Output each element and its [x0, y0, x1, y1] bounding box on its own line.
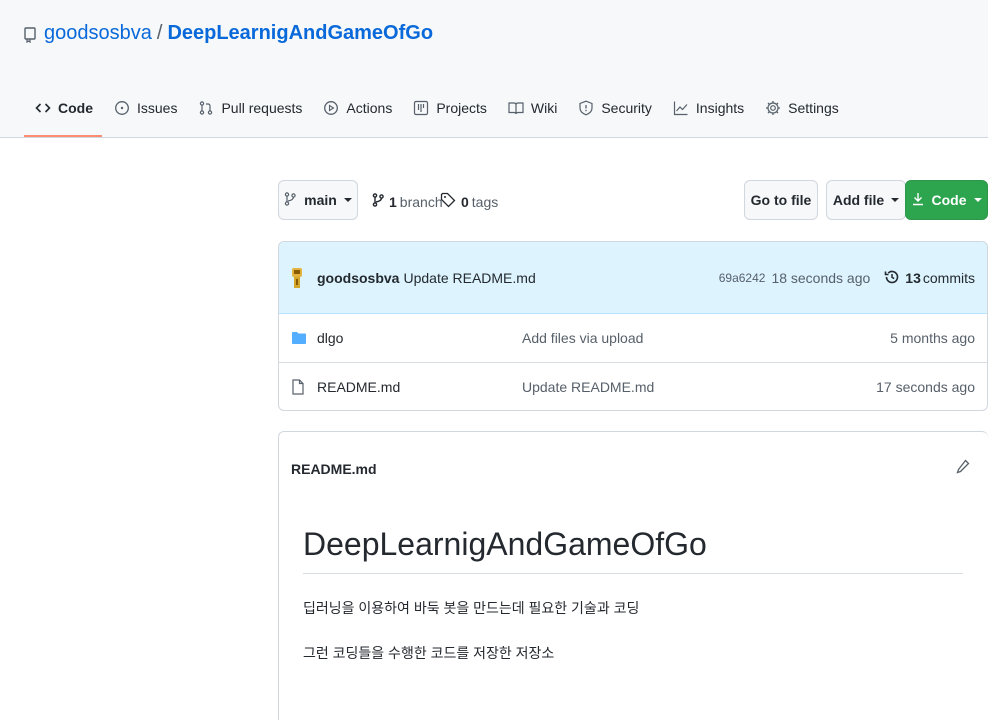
- tags-link[interactable]: 0 tags: [440, 192, 498, 211]
- history-icon: [884, 269, 900, 288]
- chevron-down-icon: [343, 198, 352, 202]
- commit-author[interactable]: goodsosbva: [317, 270, 399, 286]
- commit-history-link[interactable]: 13 commits: [884, 269, 975, 288]
- latest-commit-banner: goodsosbva Update README.md 69a6242 18 s…: [279, 242, 987, 314]
- chevron-down-icon: [891, 198, 900, 202]
- file-name[interactable]: README.md: [317, 379, 400, 395]
- avatar[interactable]: [291, 267, 303, 289]
- code-button[interactable]: Code: [905, 180, 988, 220]
- tab-label: Code: [58, 100, 93, 116]
- file-icon: [291, 378, 307, 395]
- readme-paragraph: 딥러닝을 이용하여 바둑 봇을 만드는데 필요한 기술과 코딩: [303, 600, 640, 616]
- tab-actions[interactable]: Actions: [314, 94, 401, 122]
- commit-meta: 69a6242 18 seconds ago 13 commits: [719, 242, 975, 314]
- tab-label: Wiki: [530, 100, 558, 116]
- add-file-button[interactable]: Add file: [826, 180, 906, 220]
- tab-label: Projects: [436, 100, 487, 116]
- readme-paragraph: 그런 코딩들을 수행한 코드를 저장한 저장소: [303, 645, 555, 661]
- file-age: 5 months ago: [890, 330, 975, 346]
- commit-count: 13: [905, 270, 921, 286]
- file-commit-message[interactable]: Update README.md: [522, 379, 654, 395]
- tab-projects[interactable]: Projects: [404, 94, 496, 122]
- repo-owner-link[interactable]: goodsosbva: [44, 22, 152, 45]
- tab-label: Pull requests: [221, 100, 303, 116]
- tab-label: Issues: [137, 100, 178, 116]
- repo-header: goodsosbva / DeepLearnigAndGameOfGo Code…: [0, 0, 988, 138]
- tag-count: 0: [461, 193, 469, 210]
- tab-security[interactable]: Security: [569, 94, 661, 122]
- repo-title: goodsosbva / DeepLearnigAndGameOfGo: [24, 22, 433, 45]
- tab-label: Insights: [695, 100, 745, 116]
- tab-code[interactable]: Code: [24, 94, 102, 137]
- commit-sha[interactable]: 69a6242: [719, 271, 766, 285]
- play-icon: [323, 100, 339, 116]
- file-age: 17 seconds ago: [876, 378, 975, 395]
- branch-icon: [284, 191, 296, 210]
- repo-separator: /: [156, 22, 163, 44]
- gear-icon: [765, 100, 781, 116]
- branch-name: main: [304, 192, 337, 208]
- tag-word: tags: [471, 193, 499, 210]
- file-name[interactable]: dlgo: [317, 330, 343, 346]
- issue-icon: [114, 100, 130, 116]
- repo-name-link[interactable]: DeepLearnigAndGameOfGo: [167, 22, 433, 45]
- readme-header: README.md: [279, 432, 988, 506]
- tab-insights[interactable]: Insights: [664, 94, 753, 122]
- file-commit-message[interactable]: Add files via upload: [522, 330, 643, 346]
- chevron-down-icon: [973, 198, 982, 202]
- readme-heading: DeepLearnigAndGameOfGo: [303, 526, 963, 574]
- go-to-file-button[interactable]: Go to file: [744, 180, 818, 220]
- tag-icon: [440, 192, 456, 211]
- tab-wiki[interactable]: Wiki: [499, 94, 566, 122]
- pencil-icon[interactable]: [956, 459, 970, 475]
- readme-filename[interactable]: README.md: [291, 461, 377, 477]
- tab-label: Actions: [346, 100, 393, 116]
- file-row[interactable]: dlgo Add files via upload 5 months ago: [279, 314, 987, 362]
- repo-icon: [24, 26, 36, 43]
- branch-select-button[interactable]: main: [278, 180, 358, 220]
- shield-icon: [578, 100, 594, 116]
- tab-settings[interactable]: Settings: [756, 94, 848, 122]
- pull-request-icon: [198, 100, 214, 116]
- code-icon: [35, 100, 51, 116]
- tab-pull-requests[interactable]: Pull requests: [189, 94, 311, 122]
- readme-panel: README.md DeepLearnigAndGameOfGo 딥러닝을 이용…: [278, 431, 988, 720]
- graph-icon: [673, 100, 689, 116]
- add-file-label: Add file: [832, 192, 885, 208]
- file-row[interactable]: README.md Update README.md 17 seconds ag…: [279, 362, 987, 410]
- repo-toolbar: main 1 branch 0 tags Go to file Add file…: [278, 180, 988, 222]
- tab-issues[interactable]: Issues: [105, 94, 186, 122]
- download-icon: [912, 192, 924, 209]
- commit-count-word: commits: [922, 270, 975, 286]
- folder-icon: [291, 331, 307, 345]
- tab-label: Security: [601, 100, 652, 116]
- code-button-label: Code: [931, 192, 967, 208]
- table-icon: [413, 100, 429, 116]
- branches-link[interactable]: 1 branch: [372, 192, 443, 211]
- branch-icon: [372, 192, 384, 211]
- repo-tabs: Code Issues Pull requests Actions Projec…: [24, 94, 851, 138]
- commit-time: 18 seconds ago: [771, 270, 871, 286]
- book-icon: [508, 100, 524, 116]
- branch-word: branch: [399, 193, 443, 210]
- branch-count: 1: [389, 193, 397, 210]
- file-browser: goodsosbva Update README.md 69a6242 18 s…: [278, 241, 988, 411]
- readme-content: DeepLearnigAndGameOfGo 딥러닝을 이용하여 바둑 봇을 만…: [303, 526, 963, 663]
- tab-label: Settings: [788, 100, 839, 116]
- commit-message[interactable]: Update README.md: [403, 270, 535, 286]
